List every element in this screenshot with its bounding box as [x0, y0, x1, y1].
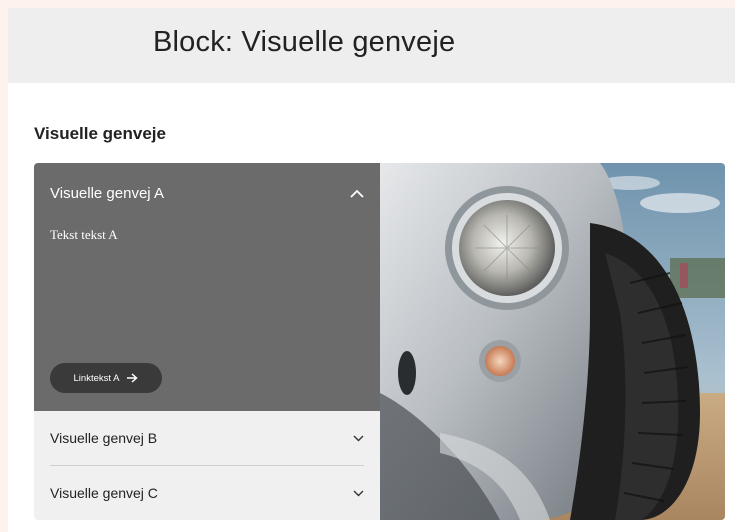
car-photo-illustration — [380, 163, 725, 520]
chevron-down-icon — [353, 435, 364, 442]
accordion-header-a[interactable]: Visuelle genvej A — [50, 183, 364, 203]
accordion-item-a: Visuelle genvej A Tekst tekst A Linkteks… — [34, 163, 380, 411]
accordion-label-b: Visuelle genvej B — [50, 430, 158, 446]
link-button-a[interactable]: Linktekst A — [50, 363, 162, 393]
chevron-up-icon — [350, 189, 364, 198]
accordion-item-b[interactable]: Visuelle genvej B — [50, 411, 364, 466]
shortcut-image — [380, 163, 725, 520]
page-header: Block: Visuelle genveje — [8, 8, 735, 83]
visual-shortcuts-component: Visuelle genvej A Tekst tekst A Linkteks… — [34, 163, 725, 520]
chevron-down-icon — [353, 490, 364, 497]
accordion-item-c[interactable]: Visuelle genvej C — [50, 466, 364, 520]
page-title: Block: Visuelle genveje — [153, 26, 456, 58]
accordion-label-c: Visuelle genvej C — [50, 485, 158, 501]
link-button-label: Linktekst A — [73, 372, 120, 384]
arrow-right-icon — [126, 373, 139, 383]
accordion-label-a: Visuelle genvej A — [50, 184, 164, 202]
accordion: Visuelle genvej A Tekst tekst A Linkteks… — [34, 163, 380, 520]
section-title: Visuelle genveje — [34, 124, 166, 143]
accordion-body-a: Tekst tekst A — [50, 227, 118, 242]
